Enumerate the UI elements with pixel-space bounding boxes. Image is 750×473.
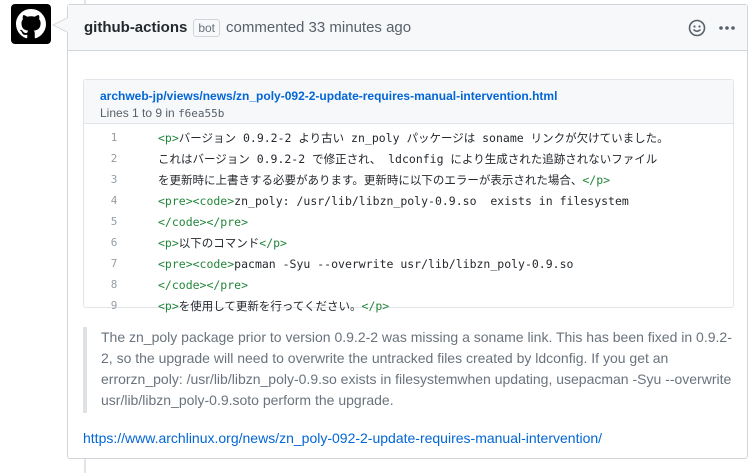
code-line: <p>バージョン 0.9.2-2 より古い zn_poly パッケージは son… (140, 130, 669, 146)
code-snippet-box: archweb-jp/views/news/zn_poly-092-2-upda… (83, 79, 734, 313)
line-number[interactable]: 8 (84, 278, 140, 291)
code-line: <p>を使用して更新を行ってください。</p> (140, 298, 389, 314)
snippet-header: archweb-jp/views/news/zn_poly-092-2-upda… (84, 80, 733, 124)
bot-badge: bot (193, 18, 221, 37)
news-link[interactable]: https://www.archlinux.org/news/zn_poly-0… (83, 430, 602, 446)
code-tag: </p> (361, 298, 390, 313)
code-row: 3 を更新時に上書きする必要があります。更新時に以下のエラーが表示された場合、</… (84, 169, 733, 190)
line-number[interactable]: 1 (84, 131, 140, 144)
code-tag: </code></pre> (158, 214, 249, 229)
comment-timestamp[interactable]: commented 33 minutes ago (226, 19, 411, 36)
code-line: これはバージョン 0.9.2-2 で修正され、 ldconfig により生成され… (140, 151, 657, 167)
commit-sha[interactable]: f6ea55b (178, 107, 224, 120)
code-row: 1 <p>バージョン 0.9.2-2 より古い zn_poly パッケージは so… (84, 127, 733, 148)
code-text: を使用して更新を行ってください。 (178, 298, 362, 313)
code-row: 5 </code></pre> (84, 211, 733, 232)
code-tag: </p> (259, 235, 287, 250)
avatar[interactable] (11, 4, 51, 44)
code-line: <p>以下のコマンド</p> (140, 235, 287, 251)
code-line: </code></pre> (140, 278, 248, 292)
blockquote: The zn_poly package prior to version 0.9… (83, 327, 734, 413)
line-number[interactable]: 5 (84, 215, 140, 228)
code-row: 9 <p>を使用して更新を行ってください。</p> (84, 295, 733, 316)
header-actions (687, 18, 737, 38)
code-line: を更新時に上書きする必要があります。更新時に以下のエラーが表示された場合、</p… (140, 172, 610, 188)
line-number[interactable]: 4 (84, 194, 140, 207)
code-tag: <pre><code> (158, 193, 235, 208)
line-number[interactable]: 9 (84, 299, 140, 312)
line-number[interactable]: 7 (84, 257, 140, 270)
code-lines: 1 <p>バージョン 0.9.2-2 より古い zn_poly パッケージは so… (84, 124, 733, 316)
code-row: 4 <pre><code>zn_poly: /usr/lib/libzn_poly… (84, 190, 733, 211)
code-text: 以下のコマンド (178, 235, 260, 250)
code-tag: <p> (158, 298, 179, 313)
line-number[interactable]: 6 (84, 236, 140, 249)
comment-box: github-actions bot commented 33 minutes … (52, 4, 748, 459)
line-number[interactable]: 2 (84, 152, 140, 165)
code-row: 8 </code></pre> (84, 274, 733, 295)
file-path-link[interactable]: archweb-jp/views/news/zn_poly-092-2-upda… (100, 89, 733, 103)
code-tag: <p> (158, 130, 179, 145)
kebab-icon[interactable] (717, 18, 737, 38)
code-tag: </p> (582, 172, 611, 187)
code-text: バージョン 0.9.2-2 より古い zn_poly パッケージは soname… (178, 130, 669, 145)
code-row: 6 <p>以下のコマンド</p> (84, 232, 733, 253)
github-octocat-icon (16, 9, 46, 39)
code-tag: <p> (158, 235, 179, 250)
lines-range-text: Lines 1 to 9 in (100, 106, 175, 120)
line-number[interactable]: 3 (84, 173, 140, 186)
code-text: zn_poly: /usr/lib/libzn_poly-0.9.so exis… (234, 193, 629, 208)
code-line: </code></pre> (140, 215, 248, 229)
code-text: を更新時に上書きする必要があります。更新時に以下のエラーが表示された場合、 (158, 172, 583, 187)
snippet-meta: Lines 1 to 9 in f6ea55b (100, 105, 733, 122)
code-row: 2 これはバージョン 0.9.2-2 で修正され、 ldconfig により生成さ… (84, 148, 733, 169)
code-tag: </code></pre> (158, 277, 249, 292)
code-text: これはバージョン 0.9.2-2 で修正され、 ldconfig により生成され… (158, 151, 658, 166)
code-line: <pre><code>zn_poly: /usr/lib/libzn_poly-… (140, 194, 629, 208)
comment-header: github-actions bot commented 33 minutes … (68, 5, 747, 51)
smiley-icon[interactable] (687, 18, 707, 38)
author-link[interactable]: github-actions (84, 19, 187, 36)
code-row: 7 <pre><code>pacman -Syu --overwrite usr/… (84, 253, 733, 274)
code-text: pacman -Syu --overwrite usr/lib/libzn_po… (234, 256, 574, 271)
code-line: <pre><code>pacman -Syu --overwrite usr/l… (140, 257, 573, 271)
code-tag: <pre><code> (158, 256, 235, 271)
